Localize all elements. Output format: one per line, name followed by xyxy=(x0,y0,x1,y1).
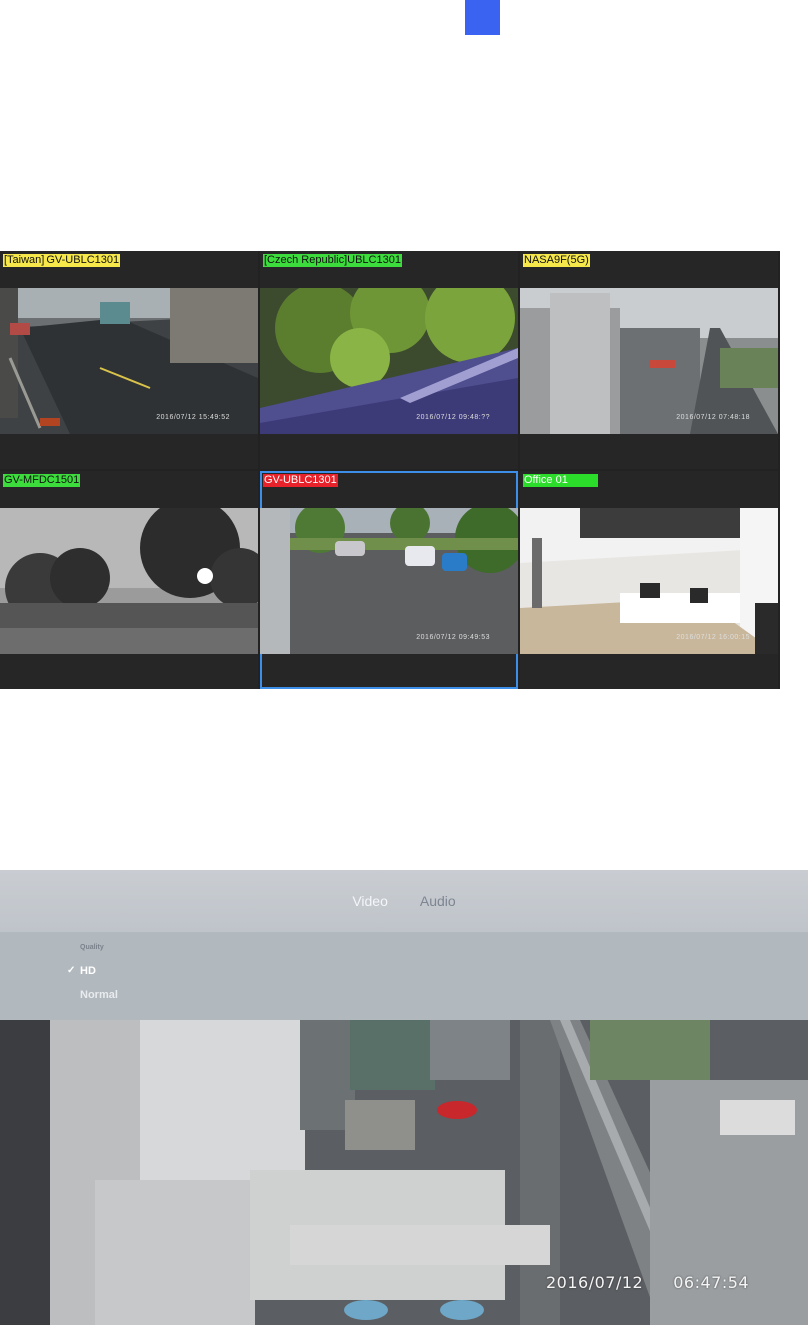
quality-option-hd[interactable]: HD xyxy=(80,965,96,977)
camera-label-part: [Taiwan] xyxy=(3,254,46,267)
camera-tile[interactable]: [Czech Republic]UBLC1301 2016/07/12 09:4… xyxy=(260,251,518,469)
quality-menu: Quality ✓ HD Normal xyxy=(0,932,808,1020)
camera-view: 2016/07/12 16:00:15 xyxy=(520,508,778,654)
camera-view: 2016/07/12 09:49:53 xyxy=(260,508,518,654)
camera-timestamp: 2016/07/12 16:00:15 xyxy=(676,634,750,641)
camera-view: 2016/07/12 15:49:52 xyxy=(0,288,258,434)
tab-audio[interactable]: Audio xyxy=(420,893,456,909)
quality-option-normal[interactable]: Normal xyxy=(80,989,118,1001)
page-marker xyxy=(465,0,500,35)
tab-video[interactable]: Video xyxy=(352,893,388,909)
camera-label-part: GV-UBLC1301 xyxy=(45,254,121,267)
camera-timestamp: 2016/07/12 09:48:?? xyxy=(416,414,490,421)
tree-balcony-image xyxy=(260,288,518,434)
camera-label-part: Office 01 xyxy=(523,474,598,487)
camera-view xyxy=(0,508,258,654)
camera-label-part: [Czech Republic]UBLC1301 xyxy=(263,254,402,267)
camera-view: 2016/07/12 09:48:?? xyxy=(260,288,518,434)
video-date: 2016/07/12 xyxy=(546,1273,644,1292)
camera-label-part: GV-UBLC1301 xyxy=(263,474,338,487)
city-skyline-image xyxy=(520,288,778,434)
camera-timestamp: 2016/07/12 15:49:52 xyxy=(156,414,230,421)
media-tabs-bar: Video Audio xyxy=(0,870,808,932)
camera-label: Office 01 xyxy=(522,474,599,487)
camera-tile[interactable]: [Taiwan] GV-UBLC1301 2016/07/12 15:49:52 xyxy=(0,251,258,469)
camera-tile[interactable]: GV-MFDC1501 xyxy=(0,471,258,689)
camera-label: GV-MFDC1501 xyxy=(2,474,81,487)
video-player[interactable]: Video Audio Quality ✓ HD Normal 2016/07/… xyxy=(0,870,808,1325)
camera-label-part: GV-MFDC1501 xyxy=(3,474,81,487)
parking-lot-image xyxy=(260,508,518,654)
street-scene-image xyxy=(0,288,258,434)
video-timestamp: 2016/07/12 06:47:54 xyxy=(546,1273,749,1292)
camera-view: 2016/07/12 07:48:18 xyxy=(520,288,778,434)
video-time: 06:47:54 xyxy=(673,1273,750,1292)
office-image xyxy=(520,508,778,654)
night-trees-image xyxy=(0,508,258,654)
camera-timestamp: 2016/07/12 09:49:53 xyxy=(416,634,490,641)
camera-label: GV-UBLC1301 xyxy=(262,474,339,487)
checkmark-icon: ✓ xyxy=(67,965,76,976)
quality-title: Quality xyxy=(80,944,104,951)
camera-tile[interactable]: Office 01 2016/07/12 16:00:15 xyxy=(520,471,778,689)
camera-label-part: NASA9F(5G) xyxy=(523,254,590,267)
camera-tile-selected[interactable]: GV-UBLC1301 2016/07/12 09:49:53 xyxy=(260,471,518,689)
camera-label: NASA9F(5G) xyxy=(522,254,591,267)
camera-label: [Czech Republic]UBLC1301 xyxy=(262,254,403,267)
camera-label: [Taiwan] GV-UBLC1301 xyxy=(2,254,121,267)
camera-timestamp: 2016/07/12 07:48:18 xyxy=(676,414,750,421)
camera-grid: [Taiwan] GV-UBLC1301 2016/07/12 15:49:52 xyxy=(0,251,780,689)
camera-tile[interactable]: NASA9F(5G) 2016/07/12 07:48:18 xyxy=(520,251,778,469)
